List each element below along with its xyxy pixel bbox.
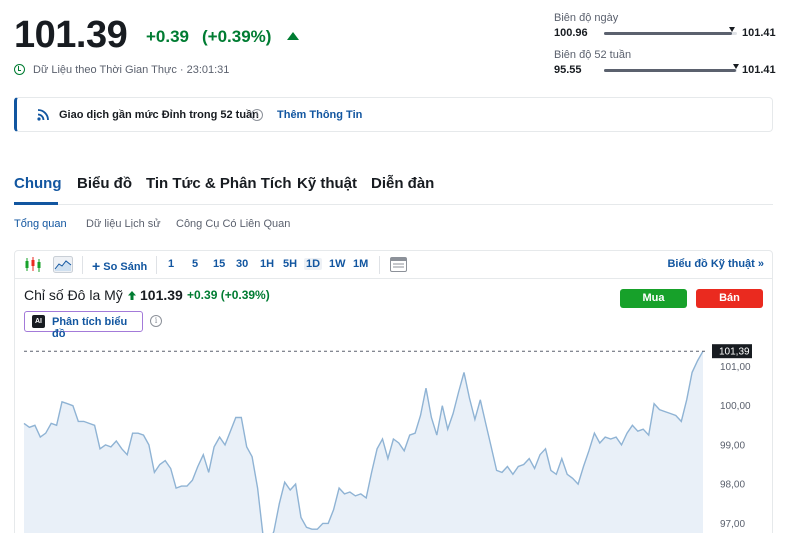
price-chart[interactable]: 101,00 100,00 99,00 98,00 97,00 101,39 <box>15 341 772 533</box>
compare-label: So Sánh <box>103 261 148 273</box>
interval-5[interactable]: 5 <box>190 258 200 270</box>
plus-icon: + <box>92 258 101 274</box>
last-price-tag-label: 101,39 <box>719 347 750 358</box>
y-tick-label: 99,00 <box>720 440 745 451</box>
tab-forum[interactable]: Diễn đàn <box>371 175 434 192</box>
main-tabs: Chung Biểu đồ Tin Tức & Phân Tích Kỹ thu… <box>14 174 773 205</box>
ai-analysis-label: Phân tích biểu đồ <box>52 316 128 340</box>
candlestick-icon[interactable] <box>24 256 42 273</box>
week52-range-fill <box>604 69 736 72</box>
day-range-high: 101.41 <box>742 27 776 39</box>
day-range-marker-icon <box>728 27 735 32</box>
week52-range-marker-icon <box>732 64 739 69</box>
price-change: +0.39 <box>146 27 190 46</box>
interval-1m[interactable]: 1M <box>351 258 370 270</box>
info-icon[interactable]: i <box>150 315 162 327</box>
active-tab-indicator <box>14 202 58 205</box>
day-range-label: Biên độ ngày <box>554 12 619 24</box>
subtab-historical-data[interactable]: Dữ liệu Lịch sử <box>86 218 161 230</box>
day-range-bar <box>604 27 737 35</box>
y-tick-label: 101,00 <box>720 362 751 373</box>
notice-banner: Giao dịch gần mức Đỉnh trong 52 tuần i T… <box>14 97 773 132</box>
week52-range-bar <box>604 64 739 72</box>
realtime-timestamp: Dữ Liệu theo Thời Gian Thực · 23:01:31 <box>33 64 230 76</box>
ai-icon: AI <box>32 315 45 328</box>
interval-30[interactable]: 30 <box>234 258 250 270</box>
last-price: 101.39 <box>14 14 128 56</box>
buy-button[interactable]: Mua <box>620 289 687 308</box>
subtab-overview[interactable]: Tổng quan <box>14 218 67 230</box>
table-view-icon[interactable] <box>390 256 407 273</box>
sell-button[interactable]: Bán <box>696 289 763 308</box>
toolbar-divider <box>82 256 83 274</box>
notice-text: Giao dịch gần mức Đỉnh trong 52 tuần <box>59 109 259 121</box>
day-range-low: 100.96 <box>554 27 588 39</box>
up-arrow-icon <box>128 291 136 300</box>
y-tick-label: 98,00 <box>720 480 745 491</box>
ai-chart-analysis-button[interactable]: AI Phân tích biểu đồ <box>24 311 143 340</box>
day-range-fill <box>604 32 732 35</box>
tab-news-analysis[interactable]: Tin Tức & Phân Tích <box>146 175 292 192</box>
info-icon[interactable]: i <box>251 109 263 121</box>
tab-chart[interactable]: Biểu đồ <box>77 175 132 192</box>
toolbar-divider <box>379 256 380 274</box>
interval-1d[interactable]: 1D <box>304 258 323 270</box>
week52-range-high: 101.41 <box>742 64 776 76</box>
price-change-percent: (+0.39%) <box>202 27 272 46</box>
chart-panel: + So Sánh 1 5 15 30 1H 5H 1D 1W 1M Biểu … <box>14 250 773 533</box>
interval-1[interactable]: 1 <box>166 258 176 270</box>
tab-overview[interactable]: Chung <box>14 175 61 192</box>
week52-range-label: Biên độ 52 tuần <box>554 49 632 61</box>
y-tick-label: 100,00 <box>720 401 751 412</box>
toolbar-divider <box>156 256 157 274</box>
technical-chart-link[interactable]: Biểu đồ Kỹ thuật » <box>667 258 764 270</box>
interval-1w[interactable]: 1W <box>327 258 348 270</box>
up-arrow-icon <box>287 32 299 40</box>
interval-15[interactable]: 15 <box>211 258 227 270</box>
week52-range-low: 95.55 <box>554 64 582 76</box>
chart-last-price: 101.39 <box>140 287 183 303</box>
subtab-related-tools[interactable]: Công Cụ Có Liên Quan <box>176 218 290 230</box>
chart-price-change: +0.39 (+0.39%) <box>187 288 270 302</box>
clock-icon <box>14 64 25 75</box>
y-tick-label: 97,00 <box>720 519 745 530</box>
chart-instrument-name: Chỉ số Đô la Mỹ <box>24 287 123 303</box>
interval-5h[interactable]: 5H <box>281 258 299 270</box>
rss-icon <box>37 109 49 121</box>
tab-technical[interactable]: Kỹ thuật <box>297 175 357 192</box>
compare-button[interactable]: + So Sánh <box>92 258 147 274</box>
interval-1h[interactable]: 1H <box>258 258 276 270</box>
more-info-link[interactable]: Thêm Thông Tin <box>277 109 362 121</box>
chart-toolbar: + So Sánh 1 5 15 30 1H 5H 1D 1W 1M Biểu … <box>15 251 772 279</box>
area-chart-icon[interactable] <box>53 256 73 273</box>
